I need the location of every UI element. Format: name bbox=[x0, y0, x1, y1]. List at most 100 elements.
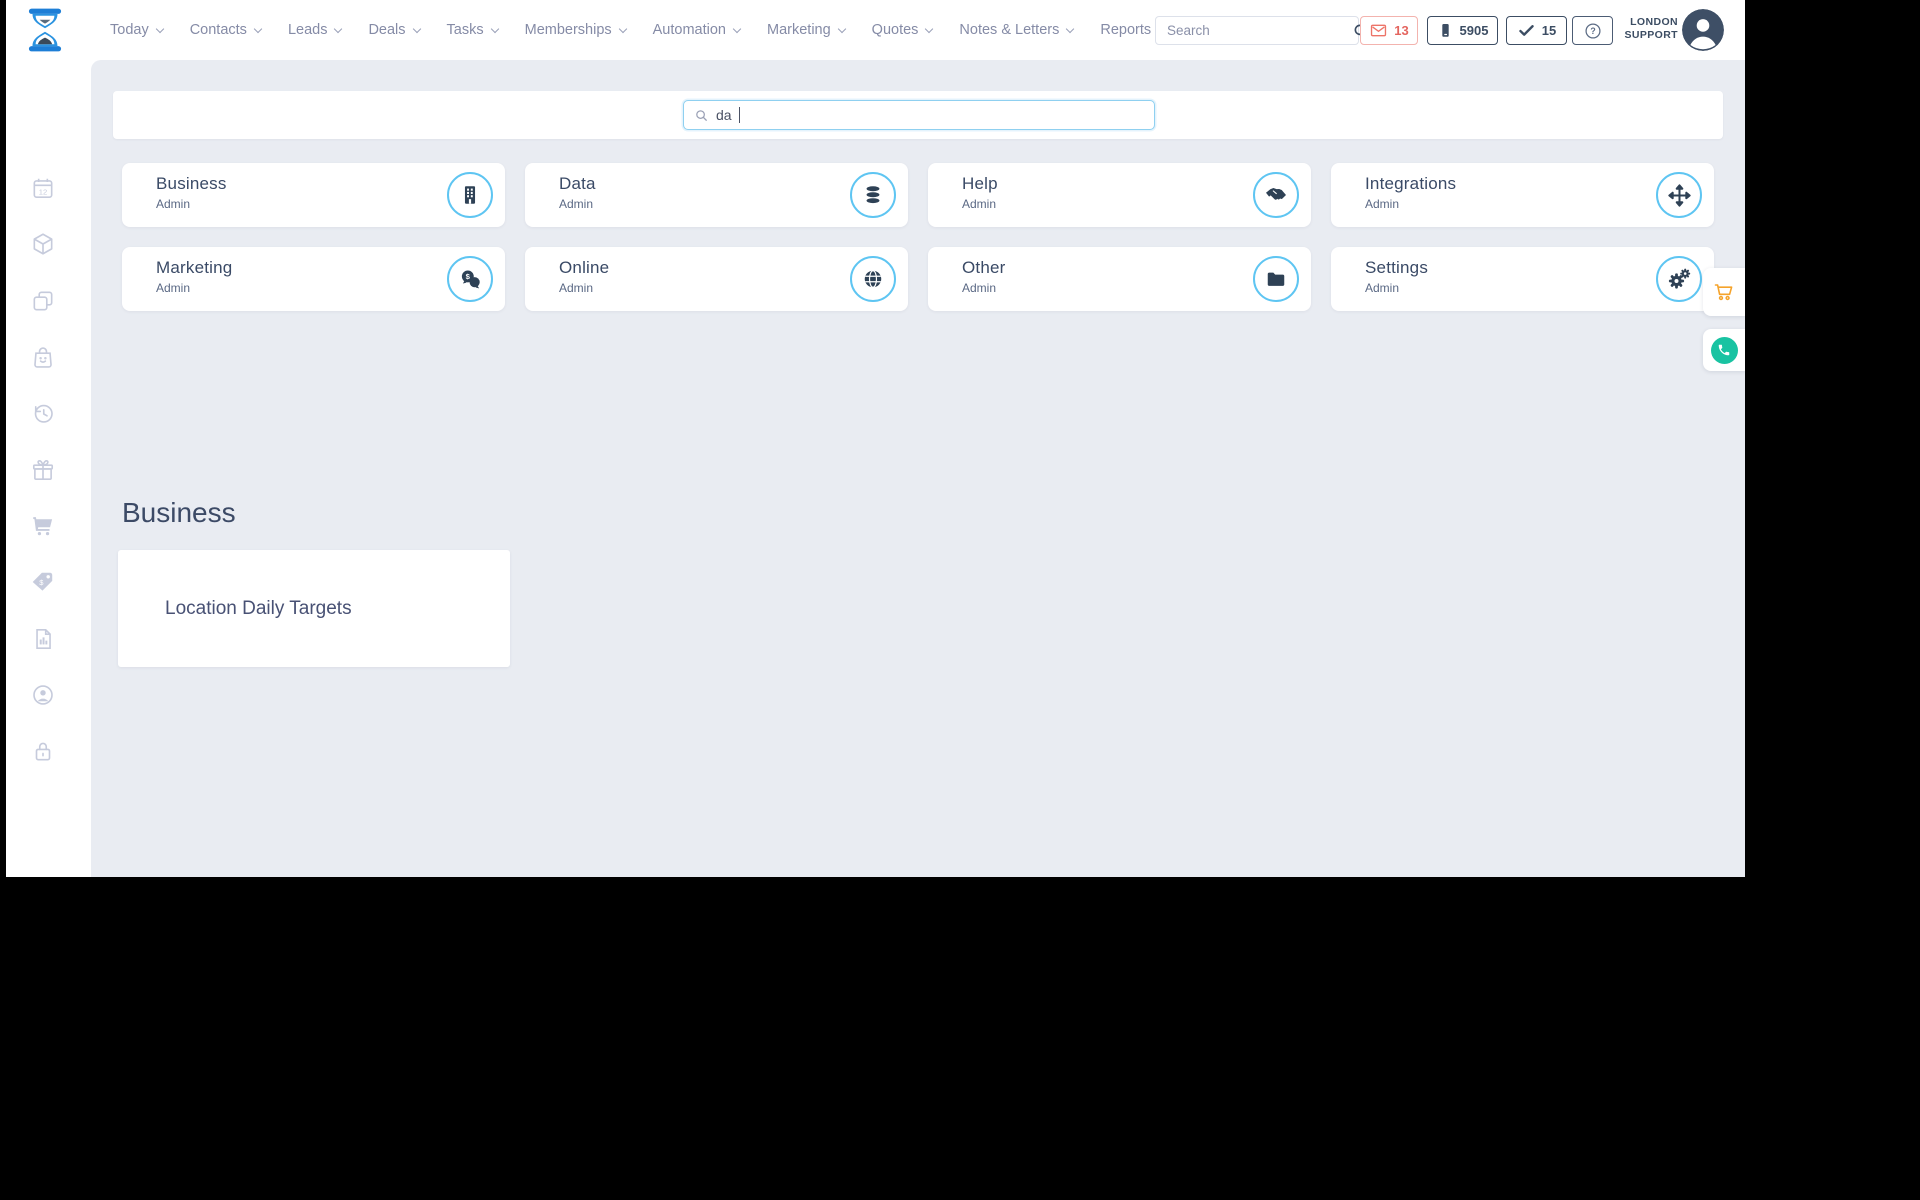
nav-memberships-label: Memberships bbox=[524, 22, 612, 38]
category-card-data[interactable]: Data Admin bbox=[525, 163, 908, 227]
category-card-other[interactable]: Other Admin bbox=[928, 247, 1311, 311]
svg-text:?: ? bbox=[1590, 26, 1595, 36]
phone-count: 5905 bbox=[1459, 23, 1489, 38]
nav-reports-label: Reports bbox=[1100, 22, 1152, 38]
lock-icon[interactable] bbox=[30, 738, 56, 764]
nav-notes-letters[interactable]: Notes & Letters bbox=[959, 22, 1075, 38]
card-subtitle: Admin bbox=[156, 197, 191, 211]
price-tag-icon[interactable]: $ bbox=[30, 569, 56, 595]
results-card: Location Daily Targets bbox=[118, 550, 510, 667]
globe-icon bbox=[850, 256, 896, 302]
card-title: Data bbox=[559, 174, 596, 193]
copy-icon[interactable] bbox=[30, 288, 56, 314]
gift-icon[interactable] bbox=[30, 457, 56, 483]
sidebar: 12 $ bbox=[6, 60, 91, 877]
category-card-marketing[interactable]: Marketing Admin $ bbox=[122, 247, 505, 311]
nav-today[interactable]: Today bbox=[110, 22, 164, 38]
nav-tasks-label: Tasks bbox=[446, 22, 484, 38]
chevron-down-icon bbox=[155, 24, 164, 33]
card-subtitle: Admin bbox=[559, 281, 594, 295]
chevron-down-icon bbox=[1066, 24, 1075, 33]
chevron-down-icon bbox=[253, 24, 263, 33]
search-icon bbox=[696, 109, 707, 121]
messages-badge[interactable]: 13 bbox=[1360, 16, 1418, 45]
chevron-down-icon bbox=[732, 24, 742, 33]
card-subtitle: Admin bbox=[156, 281, 191, 295]
chevron-down-icon bbox=[925, 24, 934, 33]
gears-icon bbox=[1656, 256, 1702, 302]
account-label[interactable]: LONDON SUPPORT bbox=[1614, 16, 1678, 42]
tasks-count: 15 bbox=[1541, 23, 1557, 38]
category-card-help[interactable]: Help Admin bbox=[928, 163, 1311, 227]
check-icon bbox=[1519, 25, 1534, 36]
call-side-tab[interactable] bbox=[1703, 329, 1745, 371]
chevron-down-icon bbox=[490, 24, 499, 33]
messages-count: 13 bbox=[1394, 23, 1409, 38]
folder-icon bbox=[1253, 256, 1299, 302]
cart-icon bbox=[1714, 284, 1733, 301]
nav-automation-label: Automation bbox=[652, 22, 726, 38]
nav-deals-label: Deals bbox=[368, 22, 406, 38]
mobile-phone-icon bbox=[1441, 23, 1449, 37]
card-title: Marketing bbox=[156, 258, 233, 277]
card-title: Integrations bbox=[1365, 174, 1457, 193]
global-search-input[interactable] bbox=[1156, 23, 1352, 38]
user-avatar[interactable] bbox=[1682, 9, 1724, 51]
text-cursor bbox=[738, 107, 740, 123]
tasks-badge[interactable]: 15 bbox=[1506, 16, 1567, 45]
cart-side-tab[interactable] bbox=[1703, 268, 1745, 316]
category-card-settings[interactable]: Settings Admin bbox=[1331, 247, 1714, 311]
category-card-integrations[interactable]: Integrations Admin bbox=[1331, 163, 1714, 227]
cart-icon[interactable] bbox=[30, 513, 56, 539]
top-header: Today Contacts Leads Deals Tasks Members… bbox=[6, 0, 1745, 60]
history-icon[interactable] bbox=[30, 400, 56, 426]
category-card-online[interactable]: Online Admin bbox=[525, 247, 908, 311]
envelope-icon bbox=[1371, 24, 1387, 37]
nav-contacts-label: Contacts bbox=[189, 22, 247, 38]
account-line2: SUPPORT bbox=[1624, 29, 1678, 41]
result-item-location-daily-targets[interactable]: Location Daily Targets bbox=[165, 550, 352, 667]
card-title: Other bbox=[962, 258, 1006, 277]
nav-contacts[interactable]: Contacts bbox=[189, 22, 263, 38]
app-window: Today Contacts Leads Deals Tasks Members… bbox=[6, 0, 1745, 877]
category-card-business[interactable]: Business Admin bbox=[122, 163, 505, 227]
card-subtitle: Admin bbox=[962, 197, 997, 211]
card-title: Settings bbox=[1365, 258, 1429, 277]
help-badge[interactable]: ? bbox=[1572, 16, 1613, 45]
nav-deals[interactable]: Deals bbox=[368, 22, 421, 38]
nav-quotes-label: Quotes bbox=[871, 22, 919, 38]
screen: Today Contacts Leads Deals Tasks Members… bbox=[0, 0, 1920, 1200]
comments-dollar-icon: $ bbox=[447, 256, 493, 302]
svg-text:$: $ bbox=[465, 272, 470, 281]
move-arrows-icon bbox=[1656, 172, 1702, 218]
nav-leads-label: Leads bbox=[287, 22, 328, 38]
nav-memberships[interactable]: Memberships bbox=[524, 22, 627, 38]
card-title: Help bbox=[962, 174, 998, 193]
card-subtitle: Admin bbox=[559, 197, 594, 211]
report-icon[interactable] bbox=[30, 626, 56, 652]
global-search bbox=[1155, 16, 1368, 45]
user-circle-icon[interactable] bbox=[30, 682, 56, 708]
question-icon: ? bbox=[1584, 22, 1601, 39]
phone-badge[interactable]: 5905 bbox=[1427, 16, 1498, 45]
card-title: Business bbox=[156, 174, 227, 193]
cube-icon[interactable] bbox=[30, 231, 56, 257]
chevron-down-icon bbox=[618, 24, 627, 33]
chevron-down-icon bbox=[334, 24, 343, 33]
nav-quotes[interactable]: Quotes bbox=[871, 22, 934, 38]
calendar-12-icon[interactable]: 12 bbox=[30, 175, 56, 201]
card-subtitle: Admin bbox=[962, 281, 997, 295]
building-icon bbox=[447, 172, 493, 218]
hourglass-logo-icon[interactable] bbox=[20, 3, 70, 57]
nav-leads[interactable]: Leads bbox=[287, 22, 343, 38]
main-nav: Today Contacts Leads Deals Tasks Members… bbox=[110, 0, 1223, 60]
card-title: Online bbox=[559, 258, 610, 277]
nav-notes-letters-label: Notes & Letters bbox=[959, 22, 1060, 38]
admin-search-input[interactable]: da bbox=[683, 100, 1155, 130]
nav-tasks[interactable]: Tasks bbox=[446, 22, 499, 38]
results-section-title: Business bbox=[122, 497, 236, 528]
chevron-down-icon bbox=[837, 24, 846, 33]
nav-marketing[interactable]: Marketing bbox=[767, 22, 846, 38]
nav-automation[interactable]: Automation bbox=[652, 22, 742, 38]
shopping-bag-icon[interactable] bbox=[30, 344, 56, 370]
